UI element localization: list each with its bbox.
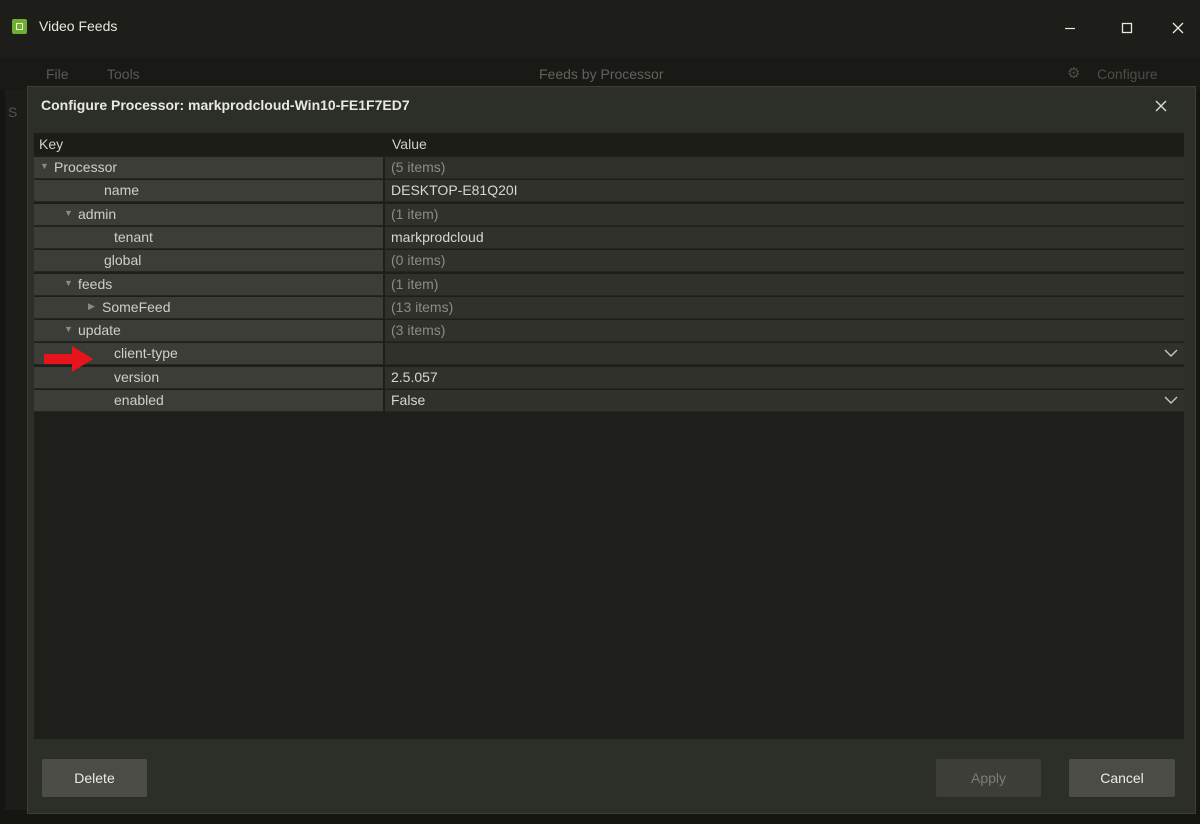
grid-row[interactable]: ▼ update (3 items) xyxy=(34,320,1184,343)
menu-tools[interactable]: Tools xyxy=(107,66,140,82)
grid-row[interactable]: enabled False xyxy=(34,390,1184,412)
expanded-triangle-icon[interactable]: ▼ xyxy=(40,161,49,171)
grid-row[interactable]: ▼ admin (1 item) xyxy=(34,203,1184,226)
key-label: name xyxy=(104,182,140,199)
gear-icon[interactable]: ⚙ xyxy=(1067,64,1080,82)
minimize-icon xyxy=(1065,27,1075,30)
configure-processor-dialog: Configure Processor: markprodcloud-Win10… xyxy=(27,86,1196,814)
value-label: False xyxy=(391,392,426,408)
grid-row[interactable]: global (0 items) xyxy=(34,250,1184,273)
key-label: version xyxy=(114,368,160,385)
key-label: SomeFeed xyxy=(102,298,171,315)
value-label: markprodcloud xyxy=(391,228,484,245)
value-label: (1 item) xyxy=(391,205,439,222)
key-label: feeds xyxy=(78,275,113,292)
key-label: update xyxy=(78,322,121,339)
maximize-icon xyxy=(1121,22,1133,34)
grid-header: Key Value xyxy=(34,133,1184,155)
value-cell[interactable]: 2.5.057 xyxy=(385,366,1184,389)
key-label: enabled xyxy=(114,392,164,408)
grid-row[interactable]: name DESKTOP-E81Q20I xyxy=(34,180,1184,203)
grid-row[interactable]: version 2.5.057 xyxy=(34,366,1184,389)
value-cell[interactable]: (1 item) xyxy=(385,203,1184,226)
delete-button[interactable]: Delete xyxy=(42,759,147,797)
key-label: admin xyxy=(78,205,117,222)
value-label: 2.5.057 xyxy=(391,368,438,385)
dialog-title: Configure Processor: markprodcloud-Win10… xyxy=(41,97,410,113)
value-cell[interactable]: DESKTOP-E81Q20I xyxy=(385,180,1184,203)
value-cell[interactable]: (0 items) xyxy=(385,250,1184,273)
value-cell[interactable]: (5 items) xyxy=(385,157,1184,179)
grid-row[interactable]: ▼ Processor (5 items) xyxy=(34,157,1184,179)
key-cell[interactable]: ▼ feeds xyxy=(34,273,383,296)
value-cell[interactable] xyxy=(385,343,1184,366)
close-window-button[interactable] xyxy=(1158,10,1198,46)
window-titlebar: Video Feeds xyxy=(0,0,1200,58)
value-label: DESKTOP-E81Q20I xyxy=(391,182,518,199)
value-cell[interactable]: False xyxy=(385,390,1184,412)
key-cell[interactable]: global xyxy=(34,250,383,273)
key-cell[interactable]: ▼ update xyxy=(34,320,383,343)
grid-row[interactable]: tenant markprodcloud xyxy=(34,226,1184,249)
key-label: client-type xyxy=(114,345,178,362)
value-cell[interactable]: markprodcloud xyxy=(385,226,1184,249)
key-column-header[interactable]: Key xyxy=(39,136,63,152)
property-grid: Key Value ▼ Processor (5 items) name DESKTOP… xyxy=(34,133,1184,739)
background-panel xyxy=(5,90,27,810)
chevron-down-icon[interactable] xyxy=(1164,345,1178,361)
expanded-triangle-icon[interactable]: ▼ xyxy=(64,324,73,334)
key-cell[interactable]: enabled xyxy=(34,390,383,412)
value-label: (1 item) xyxy=(391,275,439,292)
cancel-button[interactable]: Cancel xyxy=(1069,759,1175,797)
close-icon xyxy=(1155,100,1167,112)
dialog-titlebar: Configure Processor: markprodcloud-Win10… xyxy=(28,87,1195,125)
app-icon xyxy=(12,19,27,34)
red-arrow-annotation xyxy=(44,346,93,372)
value-label: (13 items) xyxy=(391,298,454,315)
chevron-down-icon[interactable] xyxy=(1164,392,1178,408)
value-cell[interactable]: (1 item) xyxy=(385,273,1184,296)
menu-file[interactable]: File xyxy=(46,66,69,82)
value-label: (5 items) xyxy=(391,159,446,175)
configure-link[interactable]: Configure xyxy=(1097,66,1158,82)
key-cell[interactable]: ▼ admin xyxy=(34,203,383,226)
value-label: (3 items) xyxy=(391,322,446,339)
value-label: (0 items) xyxy=(391,252,446,269)
window-title: Video Feeds xyxy=(39,18,118,34)
view-title: Feeds by Processor xyxy=(539,66,664,82)
maximize-button[interactable] xyxy=(1107,10,1147,46)
grid-row[interactable]: ▼ feeds (1 item) xyxy=(34,273,1184,296)
key-label: tenant xyxy=(114,228,153,245)
key-cell[interactable]: tenant xyxy=(34,226,383,249)
close-icon xyxy=(1172,22,1184,34)
background-text: S xyxy=(8,104,18,120)
expanded-triangle-icon[interactable]: ▼ xyxy=(64,208,73,218)
grid-row[interactable]: client-type xyxy=(34,343,1184,366)
expanded-triangle-icon[interactable]: ▼ xyxy=(64,278,73,288)
key-label: Processor xyxy=(54,159,118,175)
key-label: global xyxy=(104,252,142,269)
key-cell[interactable]: ▼ Processor xyxy=(34,157,383,179)
grid-row[interactable]: ▶ SomeFeed (13 items) xyxy=(34,296,1184,319)
minimize-button[interactable] xyxy=(1050,10,1090,46)
value-cell[interactable]: (13 items) xyxy=(385,296,1184,319)
apply-button[interactable]: Apply xyxy=(936,759,1041,797)
value-cell[interactable]: (3 items) xyxy=(385,320,1184,343)
key-cell[interactable]: name xyxy=(34,180,383,203)
collapsed-triangle-icon[interactable]: ▶ xyxy=(88,301,95,312)
key-cell[interactable]: ▶ SomeFeed xyxy=(34,296,383,319)
value-column-header[interactable]: Value xyxy=(392,136,427,152)
dialog-close-button[interactable] xyxy=(1146,91,1176,121)
